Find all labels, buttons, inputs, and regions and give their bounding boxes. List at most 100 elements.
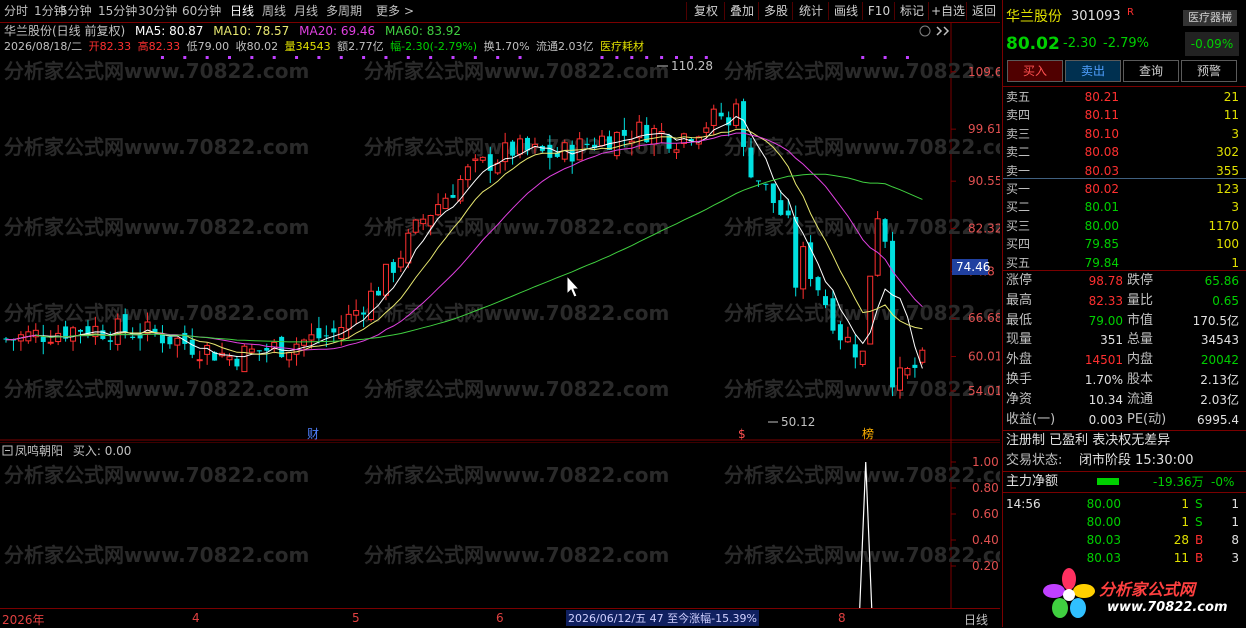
add-watchlist-button[interactable]: +自选 bbox=[928, 2, 967, 20]
tick-row: 80.03 28 B 8 bbox=[1003, 531, 1246, 549]
divider bbox=[1003, 492, 1246, 493]
candle-up bbox=[368, 290, 375, 321]
signal-dot bbox=[518, 56, 522, 59]
settings-circle-icon bbox=[919, 25, 931, 37]
multi-stock-button[interactable]: 多股 bbox=[758, 2, 793, 20]
logo-url: www.70822.com bbox=[1107, 600, 1228, 615]
stock-code: 301093 bbox=[1071, 9, 1121, 24]
candle-down bbox=[234, 358, 240, 367]
bar-close: 收80.02 bbox=[236, 39, 279, 53]
candle-down bbox=[390, 262, 396, 273]
industry-tag[interactable]: 医疗器械 bbox=[1183, 10, 1237, 26]
period-15min[interactable]: 15分钟 bbox=[98, 3, 137, 19]
candle-down bbox=[778, 200, 784, 215]
low-label: 50.12 bbox=[781, 415, 815, 429]
registration-info: 注册制 已盈利 表决权无差异 bbox=[1003, 432, 1246, 450]
period-multi[interactable]: 多周期 bbox=[326, 3, 362, 19]
bid-row[interactable]: 买四 79.85 100 bbox=[1003, 235, 1246, 253]
ask-volume: 21 bbox=[1223, 90, 1239, 104]
watermark-text: 分析家公式网www.70822.com bbox=[364, 377, 669, 401]
ask-row[interactable]: 卖五 80.21 21 bbox=[1003, 88, 1246, 106]
tick-row: 80.00 1 S 1 bbox=[1003, 513, 1246, 531]
ask-price: 80.11 bbox=[1084, 108, 1119, 123]
statistics-button[interactable]: 统计 bbox=[792, 2, 829, 20]
buy-button[interactable]: 买入 bbox=[1007, 60, 1063, 82]
indicator-chart[interactable]: 分析家公式网www.70822.com 分析家公式网www.70822.com 分析… bbox=[0, 442, 1000, 608]
stat-row: 换手 1.70% 股本 2.13亿 bbox=[1003, 371, 1246, 389]
bid-row[interactable]: 买一 80.02 123 bbox=[1003, 180, 1246, 198]
f10-button[interactable]: F10 bbox=[862, 2, 895, 20]
overlay-button[interactable]: 叠加 bbox=[724, 2, 759, 20]
bar-float: 流通2.03亿 bbox=[536, 39, 594, 53]
ask-label: 卖一 bbox=[1006, 163, 1031, 178]
ask-row[interactable]: 卖一 80.03 355 bbox=[1003, 162, 1246, 180]
event-list-icon: 榜 bbox=[862, 426, 874, 441]
period-60min[interactable]: 60分钟 bbox=[182, 3, 221, 19]
candlestick-chart[interactable]: 分析家公式网www.70822.com 分析家公式网www.70822.com 分析… bbox=[0, 22, 1000, 442]
indicator-value: 买入: 0.00 bbox=[73, 444, 132, 458]
main-flow-value: -19.36万 bbox=[1153, 475, 1204, 489]
bid-label: 买三 bbox=[1006, 218, 1031, 233]
candle-up bbox=[412, 219, 419, 233]
ask-volume: 3 bbox=[1231, 126, 1239, 141]
back-button[interactable]: 返回 bbox=[966, 2, 1001, 20]
signal-dot bbox=[496, 56, 500, 59]
candle-down bbox=[755, 180, 761, 182]
candle-up bbox=[897, 367, 903, 391]
stat-label: 换手 bbox=[1006, 372, 1033, 387]
draw-line-button[interactable]: 画线 bbox=[828, 2, 863, 20]
stat-label: 流通 bbox=[1127, 391, 1154, 407]
stat-value: 0.65 bbox=[1212, 293, 1239, 308]
signal-dot bbox=[905, 56, 909, 59]
chevron-right-icon[interactable]: > bbox=[404, 3, 414, 19]
period-intraday[interactable]: 分时 bbox=[4, 3, 28, 19]
ask-row[interactable]: 卖三 80.10 3 bbox=[1003, 125, 1246, 143]
bid-row[interactable]: 买二 80.01 3 bbox=[1003, 198, 1246, 216]
ask-row[interactable]: 卖二 80.08 302 bbox=[1003, 143, 1246, 161]
tick-count: 8 bbox=[1231, 533, 1239, 547]
ask-row[interactable]: 卖四 80.11 11 bbox=[1003, 106, 1246, 124]
candle-down bbox=[815, 277, 821, 291]
watermark-text: 分析家公式网www.70822.com bbox=[364, 543, 669, 567]
candle-down bbox=[510, 141, 516, 156]
tick-side: S bbox=[1195, 515, 1203, 529]
candle-up bbox=[867, 275, 874, 345]
alert-button[interactable]: 预警 bbox=[1181, 60, 1237, 82]
stat-value: 98.78 bbox=[1088, 274, 1123, 288]
candle-down bbox=[837, 324, 843, 341]
period-weekly[interactable]: 周线 bbox=[262, 3, 286, 19]
period-5min[interactable]: 5分钟 bbox=[60, 3, 92, 19]
candle-down bbox=[279, 336, 285, 358]
mark-button[interactable]: 标记 bbox=[894, 2, 929, 20]
watermark-text: 分析家公式网www.70822.com bbox=[4, 377, 309, 401]
signal-dot bbox=[384, 56, 388, 59]
query-button[interactable]: 查询 bbox=[1123, 60, 1179, 82]
candle-up bbox=[353, 310, 360, 316]
candle-up bbox=[47, 341, 54, 344]
watermark-text: 分析家公式网www.70822.com bbox=[724, 463, 1000, 487]
adjust-button[interactable]: 复权 bbox=[686, 2, 725, 20]
bid-label: 买四 bbox=[1006, 237, 1031, 252]
chevron-right-icon bbox=[936, 26, 943, 36]
ma60-label: MA60: 83.92 bbox=[385, 24, 461, 38]
period-daily[interactable]: 日线 bbox=[230, 3, 254, 19]
price-tick-label: 109.6 bbox=[968, 65, 1000, 79]
bid-row[interactable]: 买五 79.84 1 bbox=[1003, 254, 1246, 272]
logo-name: 分析家公式网 bbox=[1099, 580, 1196, 599]
signal-dot bbox=[451, 56, 455, 59]
tick-volume: 1 bbox=[1181, 515, 1189, 529]
period-30min[interactable]: 30分钟 bbox=[138, 3, 177, 19]
period-monthly[interactable]: 月线 bbox=[294, 3, 318, 19]
candle-down bbox=[182, 332, 188, 344]
stat-value: 2.13亿 bbox=[1200, 373, 1239, 387]
stat-label: 量比 bbox=[1127, 292, 1154, 308]
stat-row: 最高 82.33 量比 0.65 bbox=[1003, 292, 1246, 310]
period-more[interactable]: 更多 bbox=[376, 3, 400, 19]
candle-down bbox=[547, 144, 553, 158]
sell-button[interactable]: 卖出 bbox=[1065, 60, 1121, 82]
registration-flag: R bbox=[1127, 7, 1134, 18]
bid-row[interactable]: 买三 80.00 1170 bbox=[1003, 217, 1246, 235]
candle-down bbox=[763, 183, 769, 185]
bid-label: 买五 bbox=[1006, 255, 1031, 270]
stat-label: 涨停 bbox=[1006, 273, 1033, 288]
